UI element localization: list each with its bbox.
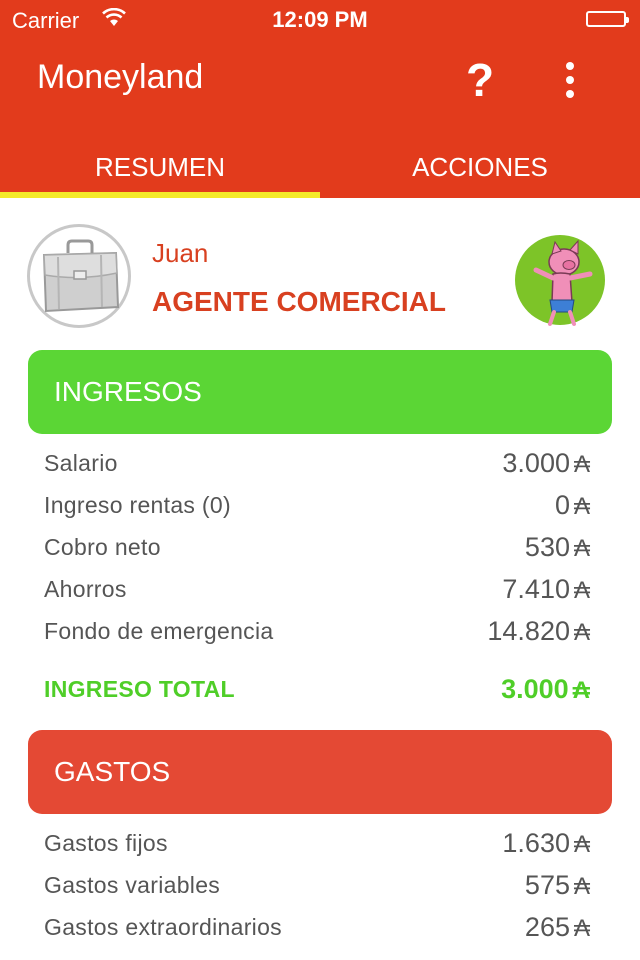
currency-icon: ₳ xyxy=(572,677,590,704)
income-total-row: INGRESO TOTAL 3.000 ₳ xyxy=(44,672,590,714)
row-value: 265 ₳ xyxy=(524,912,590,942)
currency-icon: ₳ xyxy=(573,535,590,562)
currency-icon: ₳ xyxy=(573,915,590,942)
expense-row-extraordinarios: Gastos extraordinarios 265 ₳ xyxy=(44,910,590,952)
status-bar: Carrier 12:09 PM xyxy=(0,0,640,40)
income-row-fondo: Fondo de emergencia 14.820 ₳ xyxy=(44,614,590,656)
job-title: AGENTE COMERCIAL xyxy=(152,286,446,317)
row-value: 3.000 ₳ xyxy=(502,448,590,478)
currency-icon: ₳ xyxy=(573,831,590,858)
tab-acciones[interactable]: ACCIONES xyxy=(320,136,640,198)
ingresos-header: INGRESOS xyxy=(28,350,612,434)
row-value: 1.630 ₳ xyxy=(502,828,590,858)
income-row-salario: Salario 3.000 ₳ xyxy=(44,446,590,488)
income-row-rentas: Ingreso rentas (0) 0 ₳ xyxy=(44,488,590,530)
total-label: INGRESO TOTAL xyxy=(44,676,235,702)
help-button[interactable]: ? xyxy=(462,54,498,106)
currency-icon: ₳ xyxy=(573,493,590,520)
income-row-cobro: Cobro neto 530 ₳ xyxy=(44,530,590,572)
row-value: 0 ₳ xyxy=(554,490,590,520)
more-options-icon[interactable] xyxy=(560,62,580,102)
row-label: Fondo de emergencia xyxy=(44,618,274,644)
clock: 12:09 PM xyxy=(272,7,368,32)
row-label: Gastos variables xyxy=(44,872,221,898)
row-label: Gastos fijos xyxy=(44,830,168,856)
profile-header: Juan AGENTE COMERCIAL xyxy=(0,198,640,348)
briefcase-icon xyxy=(42,239,120,313)
row-label: Gastos extraordinarios xyxy=(44,914,282,940)
row-label: Cobro neto xyxy=(44,534,161,560)
user-name: Juan xyxy=(152,238,209,268)
tab-resumen[interactable]: RESUMEN xyxy=(0,136,320,198)
gastos-header: GASTOS xyxy=(28,730,612,814)
app-title: Moneyland xyxy=(37,58,204,96)
currency-icon: ₳ xyxy=(573,619,590,646)
total-value: 3.000 ₳ xyxy=(501,674,590,704)
app-bar: Moneyland ? RESUMEN ACCIONES xyxy=(0,40,640,198)
pig-mascot-icon xyxy=(515,235,605,326)
row-label: Ahorros xyxy=(44,576,127,602)
currency-icon: ₳ xyxy=(573,451,590,478)
row-value: 14.820 ₳ xyxy=(487,616,590,646)
income-row-ahorros: Ahorros 7.410 ₳ xyxy=(44,572,590,614)
currency-icon: ₳ xyxy=(573,873,590,900)
expense-row-variables: Gastos variables 575 ₳ xyxy=(44,868,590,910)
currency-icon: ₳ xyxy=(573,577,590,604)
battery-icon xyxy=(586,11,629,27)
row-label: Ingreso rentas (0) xyxy=(44,492,231,518)
row-value: 575 ₳ xyxy=(524,870,590,900)
row-value: 7.410 ₳ xyxy=(502,574,590,604)
avatar xyxy=(27,224,131,328)
row-label: Salario xyxy=(44,450,118,476)
row-value: 530 ₳ xyxy=(524,532,590,562)
expense-row-fijos: Gastos fijos 1.630 ₳ xyxy=(44,826,590,868)
